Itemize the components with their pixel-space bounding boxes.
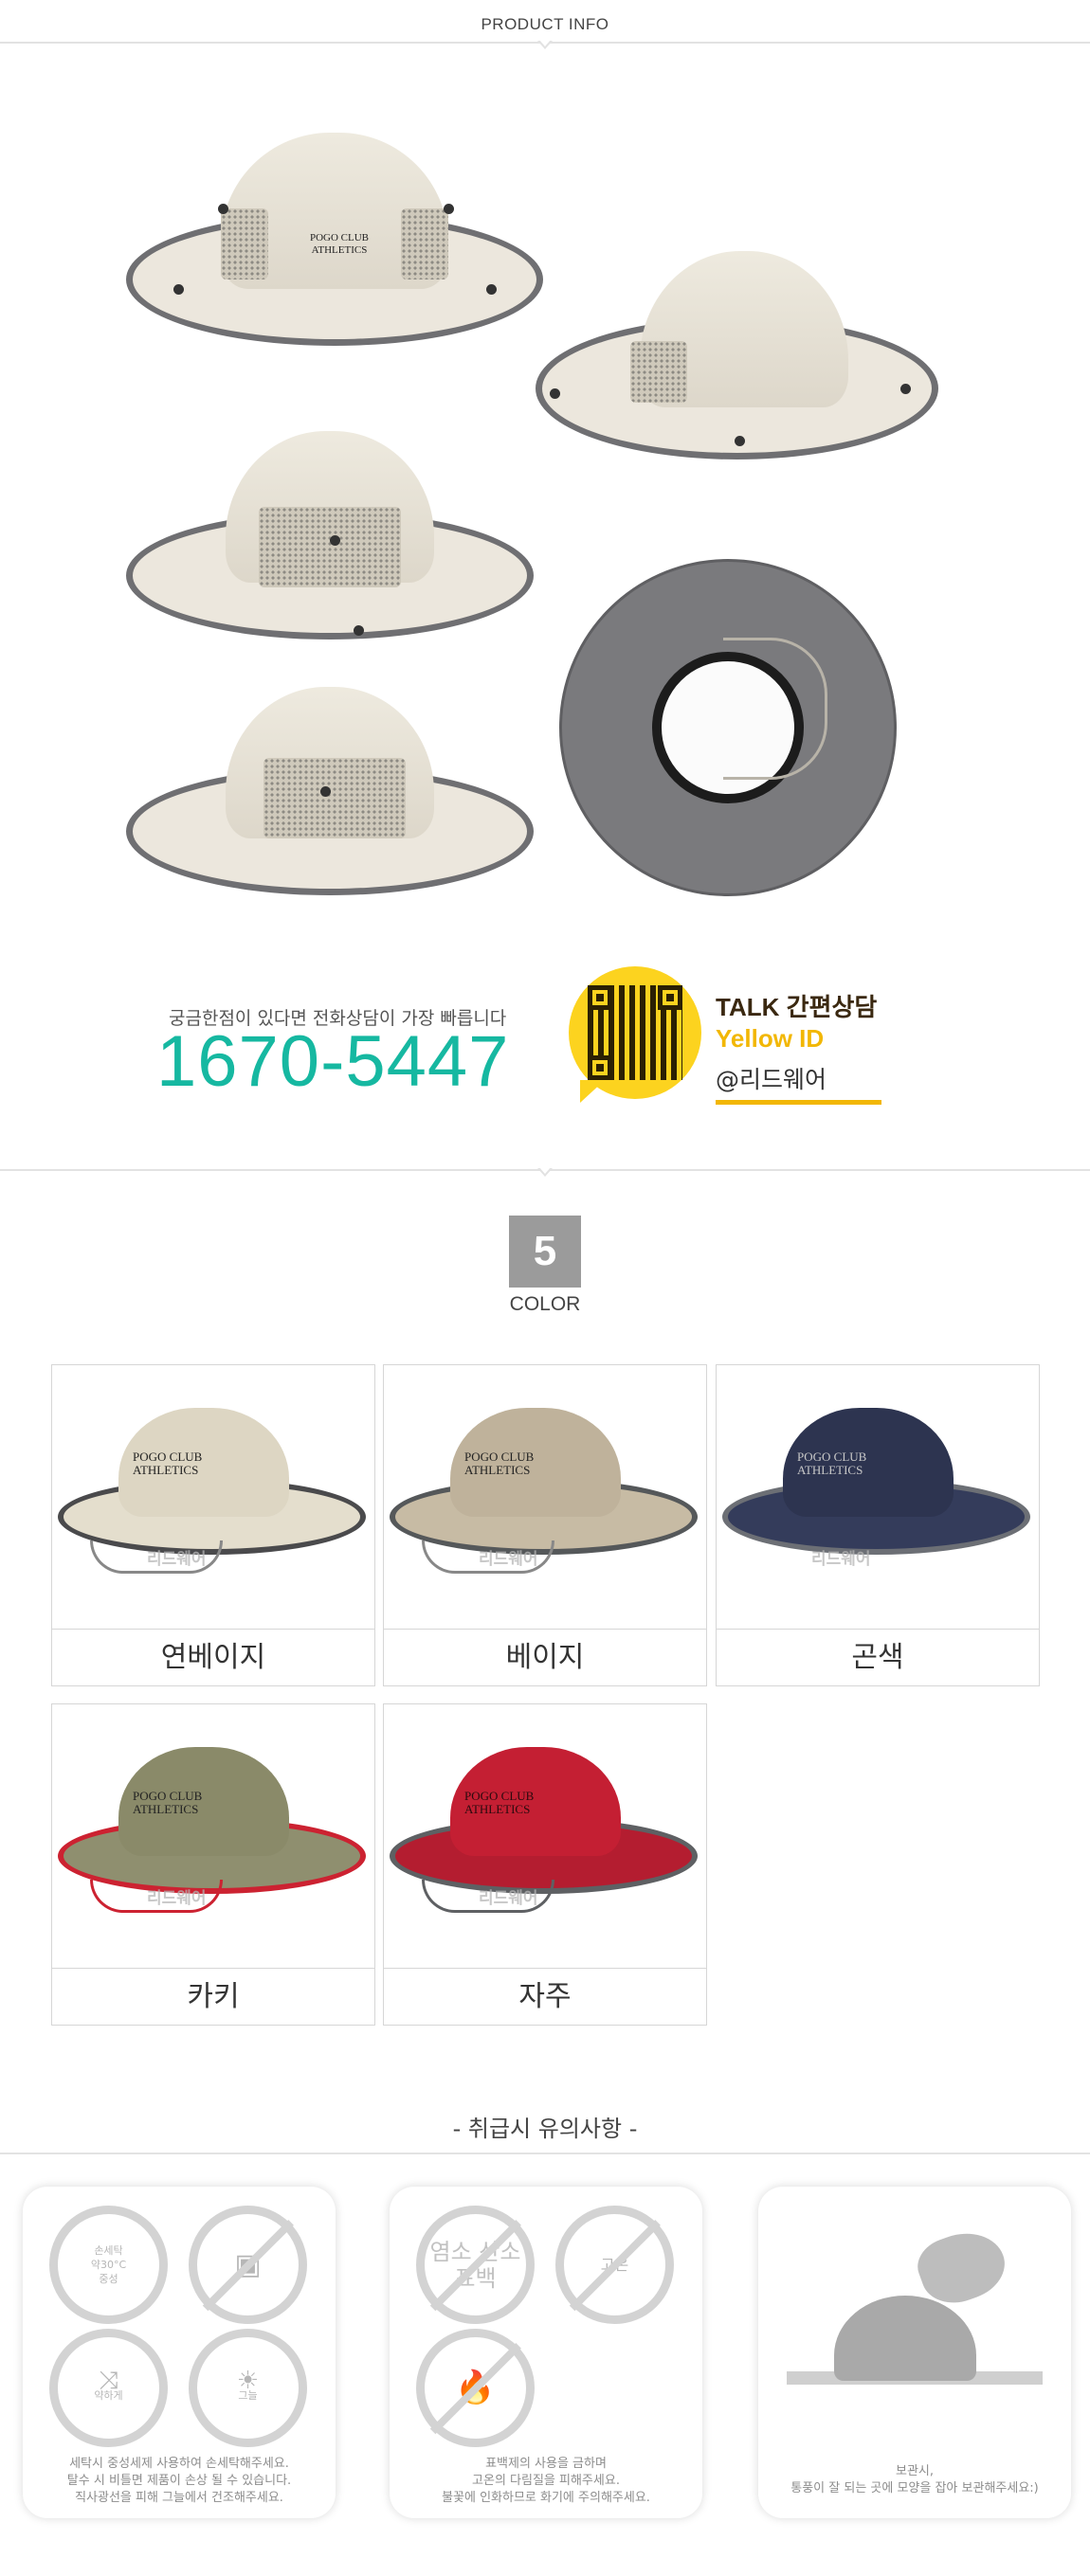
- color-option-beige[interactable]: POGO CLUB ATHLETICS 리드웨어 베이지: [383, 1364, 707, 1686]
- hand-wash-icon: 손세탁 약30°C 중성: [49, 2206, 168, 2324]
- color-name: 카키: [52, 1968, 374, 2025]
- care-text-line: 표백제의 사용을 금하며: [485, 2457, 607, 2471]
- storage-hat-icon: [777, 2215, 1052, 2405]
- color-count-label: COLOR: [509, 1293, 581, 1315]
- product-photo-back: [531, 251, 943, 464]
- wring-gently-icon: ⤨ 약하게: [49, 2329, 168, 2447]
- care-text-line: 통풍이 잘 되는 곳에 모양을 잡아 보관해주세요:): [790, 2481, 1039, 2495]
- care-text-line: 세탁시 중성세제 사용하여 손세탁해주세요.: [69, 2457, 289, 2471]
- section-title: PRODUCT INFO: [481, 15, 609, 33]
- color-name: 베이지: [384, 1629, 706, 1685]
- care-text-line: 고온의 다림질을 피해주세요.: [472, 2474, 620, 2488]
- shade-dry-icon: ☀ 그늘: [189, 2329, 307, 2447]
- no-high-heat-iron-icon: 고온: [555, 2206, 674, 2324]
- care-text-line: 직사광선을 피해 그늘에서 건조해주세요.: [75, 2491, 283, 2505]
- product-photo-front: POGO CLUB ATHLETICS: [126, 123, 548, 355]
- watermark: 리드웨어: [147, 1889, 207, 1908]
- kakao-yellow-id: Yellow ID: [716, 1024, 825, 1053]
- hat-logo-line1: POGO CLUB: [309, 232, 370, 243]
- color-name: 곤색: [717, 1629, 1039, 1685]
- phone-number[interactable]: 1670-5447: [156, 1020, 509, 1103]
- kakao-talk-title: TALK 간편상담: [716, 993, 878, 1021]
- divider: [0, 2153, 1090, 2154]
- care-title: - 취급시 유의사항 -: [452, 2116, 638, 2142]
- color-name: 자주: [384, 1968, 706, 2025]
- color-count-badge: 5: [509, 1216, 581, 1288]
- color-option-light-beige[interactable]: POGO CLUB ATHLETICS 리드웨어 연베이지: [51, 1364, 375, 1686]
- speech-tail: [580, 1080, 605, 1103]
- product-photo-inside: [559, 559, 897, 896]
- care-text-line: 불꽃에 인화하므로 화기에 주의해주세요.: [442, 2491, 650, 2505]
- watermark: 리드웨어: [479, 1889, 538, 1908]
- product-photo-side: [126, 431, 538, 644]
- watermark: 리드웨어: [811, 1550, 871, 1569]
- color-name: 연베이지: [52, 1629, 374, 1685]
- hat-logo-line2: ATHLETICS: [311, 244, 368, 256]
- care-text-line: 보관시,: [895, 2464, 934, 2478]
- product-photo-side-alt: [126, 687, 538, 900]
- care-card-storage: 보관시, 통풍이 잘 되는 곳에 모양을 잡아 보관해주세요:): [758, 2187, 1071, 2518]
- color-option-navy[interactable]: POGO CLUB ATHLETICS 리드웨어 곤색: [716, 1364, 1040, 1686]
- color-option-burgundy[interactable]: POGO CLUB ATHLETICS 리드웨어 자주: [383, 1703, 707, 2026]
- divider: [0, 40, 1090, 49]
- care-card-washing: 손세탁 약30°C 중성 ▣ ⤨약하게 ☀그늘 세탁시 중성세제 사용하여 손세…: [23, 2187, 336, 2518]
- watermark: 리드웨어: [479, 1550, 538, 1569]
- care-card-bleach-iron: 염소 산소표백 고온 🔥 표백제의 사용을 금하며 고온의 다림질을 피해주세요…: [390, 2187, 702, 2518]
- no-bleach-icon: 염소 산소표백: [416, 2206, 535, 2324]
- divider: [0, 1167, 1090, 1177]
- no-machine-wash-icon: ▣: [189, 2206, 307, 2324]
- no-fire-icon: 🔥: [416, 2329, 535, 2447]
- watermark: 리드웨어: [147, 1550, 207, 1569]
- kakao-qr-code[interactable]: [569, 966, 701, 1099]
- section-header: PRODUCT INFO: [0, 15, 1090, 34]
- kakao-account-id[interactable]: @리드웨어: [716, 1061, 827, 1095]
- color-option-khaki[interactable]: POGO CLUB ATHLETICS 리드웨어 카키: [51, 1703, 375, 2026]
- kakao-underline: [716, 1100, 881, 1105]
- care-text-line: 탈수 시 비틀면 제품이 손상 될 수 있습니다.: [66, 2474, 292, 2488]
